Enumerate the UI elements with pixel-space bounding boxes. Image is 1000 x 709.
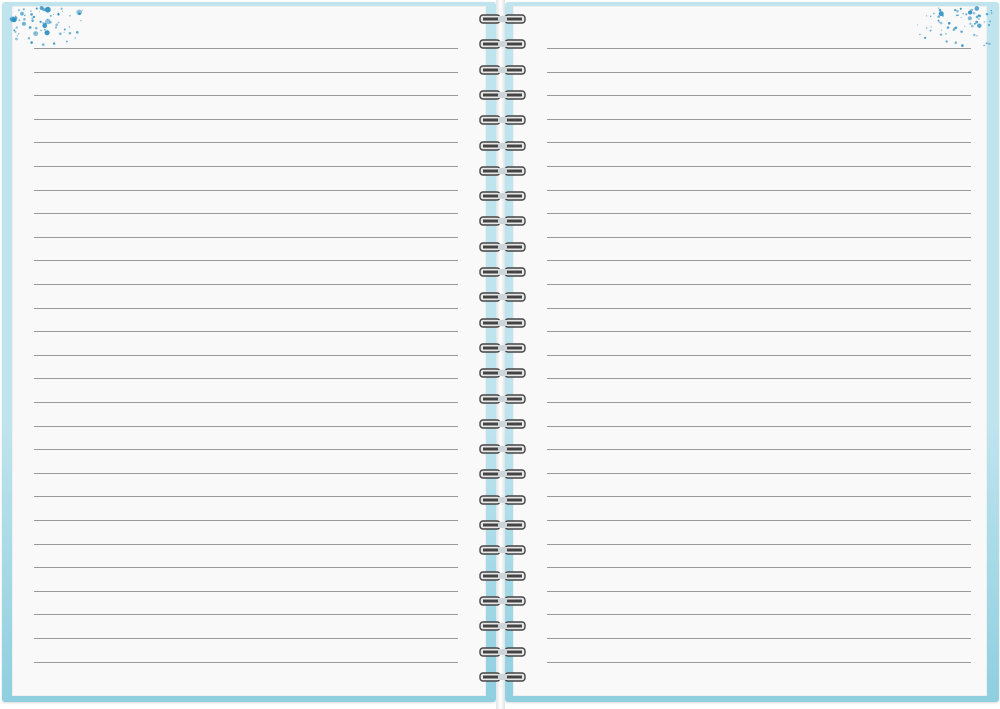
ruled-line: [34, 638, 458, 639]
spiral-ring: [479, 64, 526, 75]
spiral-ring: [479, 216, 526, 227]
ruled-line: [547, 307, 971, 309]
spiral-ring: [479, 545, 526, 555]
ruled-line: [34, 543, 458, 545]
ruled-line: [547, 378, 971, 380]
ruled-line: [547, 402, 971, 403]
spiral-ring: [479, 520, 526, 530]
right-page: [513, 6, 987, 696]
ruled-line: [547, 331, 971, 333]
spiral-ring: [479, 621, 526, 631]
spiral-ring: [479, 140, 526, 151]
spiral-ring: [479, 469, 526, 480]
spiral-ring: [479, 419, 526, 429]
ruled-line: [547, 425, 971, 427]
left-page: [12, 6, 486, 696]
ruled-line: [34, 520, 458, 521]
spiral-ring: [479, 115, 526, 125]
ruled-line: [34, 567, 458, 569]
ruled-line: [547, 567, 971, 569]
ruled-line: [547, 95, 971, 97]
ruled-line: [547, 590, 971, 592]
ruled-line: [547, 472, 971, 474]
ruled-line: [547, 142, 971, 144]
ruled-line: [547, 614, 971, 616]
ruled-line: [34, 661, 458, 663]
ruled-line: [34, 260, 458, 262]
spiral-ring: [479, 368, 526, 378]
ruled-line: [547, 118, 971, 120]
ink-splash-top-left: [9, 6, 83, 47]
ruled-line: [547, 449, 971, 451]
ruled-line: [547, 213, 971, 215]
ruled-line: [34, 378, 458, 380]
spiral-ring: [479, 494, 526, 505]
ruled-line: [547, 496, 971, 498]
ruled-line: [547, 260, 971, 262]
ruled-line: [34, 449, 458, 451]
spiral-ring: [479, 191, 526, 201]
ruled-line: [34, 71, 458, 73]
ruled-line: [34, 472, 458, 474]
ruled-line: [34, 95, 458, 97]
ruled-line: [547, 543, 971, 545]
spiral-ring: [479, 39, 526, 49]
ruled-line: [34, 496, 458, 498]
ruled-line: [34, 307, 458, 309]
ruled-line: [34, 402, 458, 403]
ruled-line: [34, 213, 458, 215]
notebook-spread: [0, 0, 1000, 709]
spiral-ring: [479, 317, 526, 328]
spiral-ring: [479, 672, 526, 682]
spiral-ring: [479, 90, 526, 100]
ruled-line: [34, 236, 458, 238]
ruled-line: [547, 189, 971, 191]
spiral-ring: [479, 444, 526, 454]
spiral-ring: [479, 267, 526, 277]
spiral-ring: [479, 292, 526, 302]
ruled-line: [547, 520, 971, 521]
spiral-ring: [479, 393, 526, 404]
ruled-line: [34, 284, 458, 285]
ruled-line: [34, 142, 458, 144]
ruled-line: [547, 71, 971, 73]
ruled-line: [34, 590, 458, 592]
spiral-ring: [479, 166, 526, 176]
spiral-ring: [479, 343, 526, 353]
ruled-line: [34, 614, 458, 616]
ruled-line: [34, 331, 458, 333]
ruled-line: [547, 236, 971, 238]
ruled-line: [34, 166, 458, 167]
spiral-ring: [479, 646, 526, 657]
ruled-line: [34, 425, 458, 427]
ruled-line: [34, 118, 458, 120]
spiral-ring: [479, 570, 526, 581]
ruled-line: [34, 354, 458, 356]
spiral-ring: [479, 596, 526, 606]
ruled-line: [547, 638, 971, 639]
spiral-ring: [479, 241, 526, 252]
ink-splash-top-right: [916, 6, 993, 47]
ruled-line: [547, 166, 971, 167]
ruled-line: [547, 354, 971, 356]
ruled-line: [547, 661, 971, 663]
ruled-line: [547, 284, 971, 285]
spiral-ring: [479, 14, 526, 24]
ruled-line: [34, 189, 458, 191]
